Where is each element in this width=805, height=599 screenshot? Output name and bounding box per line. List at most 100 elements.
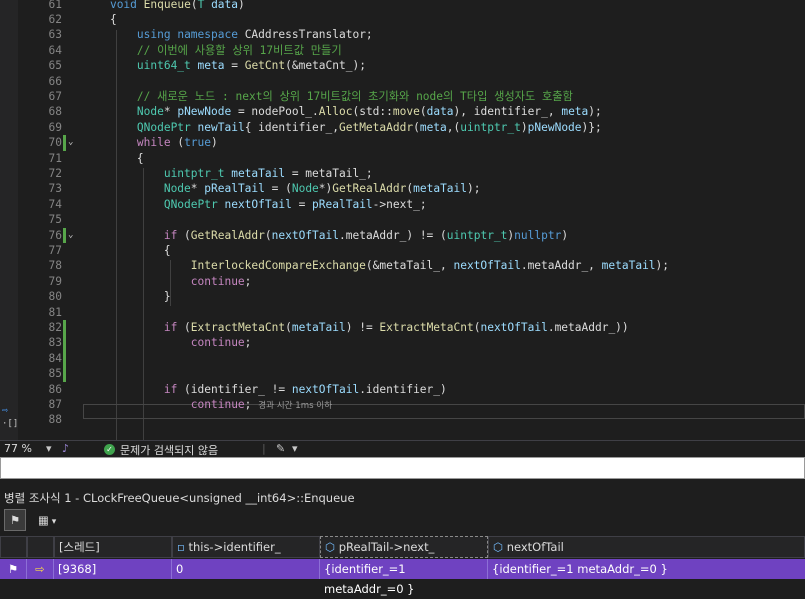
code-line[interactable]: 76 ⌄ if (GetRealAddr(nextOfTail.metaAddr_… — [0, 227, 805, 243]
code-line[interactable]: 88 — [0, 412, 805, 427]
header-identifier[interactable]: ▫ this->identifier_ — [172, 536, 320, 558]
code-line[interactable]: 65 uint64_t meta = GetCnt(&metaCnt_); — [0, 58, 805, 73]
header-next-of-tail[interactable]: ⬡ nextOfTail — [488, 536, 805, 558]
code-text[interactable]: { — [83, 12, 117, 27]
code-text[interactable]: // 새로운 노드 : next의 상위 17비트값의 초기화와 node의 T… — [83, 89, 573, 104]
code-line[interactable]: 73 Node* pRealTail = (Node*)GetRealAddr(… — [0, 181, 805, 196]
code-token: pRealTail — [204, 182, 265, 196]
code-text[interactable]: if (ExtractMetaCnt(metaTail) != ExtractM… — [83, 320, 629, 335]
code-line[interactable]: 80 } — [0, 289, 805, 304]
code-text[interactable]: } — [83, 289, 171, 304]
fold-toggle-icon[interactable]: ⌄ — [68, 135, 78, 150]
cell-next[interactable]: {identifier_=1 metaAddr_=0 } — [320, 559, 488, 596]
code-text[interactable]: { — [83, 243, 171, 258]
code-line[interactable]: 83 continue; — [0, 335, 805, 351]
code-text[interactable]: if (GetRealAddr(nextOfTail.metaAddr_) !=… — [83, 228, 568, 243]
code-text[interactable]: InterlockedCompareExchange(&metaTail_, n… — [83, 258, 669, 273]
code-token: } — [83, 290, 171, 304]
code-line[interactable]: 85 — [0, 366, 805, 382]
code-token: ( — [177, 321, 191, 334]
code-lens-icon[interactable]: ·[] — [2, 419, 18, 429]
horizontal-scrollbar[interactable] — [0, 457, 805, 479]
code-line[interactable]: 64 // 이번에 사용할 상위 17비트값 만들기 — [0, 43, 805, 58]
code-text[interactable]: // 이번에 사용할 상위 17비트값 만들기 — [83, 43, 342, 58]
line-number: 78 — [48, 259, 62, 273]
line-number: 70 — [48, 136, 62, 150]
code-token: GetMetaAddr — [338, 120, 414, 134]
code-token: * — [163, 105, 178, 119]
fold-toggle-icon[interactable]: ⌄ — [68, 228, 78, 243]
code-line[interactable]: 72 uintptr_t metaTail = metaTail_; — [0, 166, 805, 181]
code-token: meta — [561, 105, 589, 119]
code-line[interactable]: 82 if (ExtractMetaCnt(metaTail) != Extra… — [0, 320, 805, 336]
code-line[interactable]: 86 if (identifier_ != nextOfTail.identif… — [0, 382, 805, 397]
code-line[interactable]: 87 continue; 경과 시간 1ms 이하 — [0, 397, 805, 412]
flag-icon[interactable]: ⚑ — [0, 559, 27, 579]
header-flag-col — [0, 536, 27, 558]
code-line[interactable]: 81 — [0, 305, 805, 320]
code-text[interactable]: while (true) — [83, 135, 218, 150]
change-marker — [63, 350, 66, 367]
code-line[interactable]: 75 — [0, 212, 805, 227]
code-text[interactable]: QNodePtr nextOfTail = pRealTail->next_; — [83, 197, 427, 212]
code-line[interactable]: 77 { — [0, 243, 805, 258]
perf-tip[interactable]: 경과 시간 1ms 이하 — [258, 401, 332, 411]
code-text[interactable]: if (identifier_ != nextOfTail.identifier… — [83, 382, 447, 397]
zoom-dropdown-icon[interactable]: ▾ — [46, 442, 52, 455]
object-icon: ⬡ — [493, 540, 507, 554]
code-line[interactable]: 79 continue; — [0, 274, 805, 289]
code-line[interactable]: 74 QNodePtr nextOfTail = pRealTail->next… — [0, 197, 805, 212]
issues-text[interactable]: 문제가 검색되지 않음 — [120, 442, 218, 458]
header-next[interactable]: ⬡ pRealTail->next_ — [320, 536, 488, 558]
header-thread[interactable]: [스레드] — [54, 536, 172, 558]
step-arrow-icon[interactable]: ⇨ — [2, 405, 8, 416]
code-line[interactable]: 69 QNodePtr newTail{ identifier_,GetMeta… — [0, 120, 805, 135]
copilot-icon[interactable]: ♪ — [62, 442, 69, 455]
code-text[interactable]: continue; — [83, 274, 252, 289]
code-line[interactable]: 63 using namespace CAddressTranslator; — [0, 27, 805, 42]
code-text[interactable]: using namespace CAddressTranslator; — [83, 27, 373, 42]
code-token: if — [163, 228, 178, 242]
code-token: ExtractMetaCnt — [190, 321, 286, 334]
code-text[interactable]: { — [83, 151, 144, 166]
line-number: 64 — [48, 43, 62, 57]
code-text[interactable]: Node* pNewNode = nodePool_.Alloc(std::mo… — [83, 104, 602, 119]
code-token: using — [136, 28, 171, 42]
code-line[interactable]: 78 InterlockedCompareExchange(&metaTail_… — [0, 258, 805, 273]
flag-toggle-button[interactable]: ⚑ — [4, 509, 26, 531]
columns-button[interactable]: ▦ ▾ — [38, 509, 68, 531]
cell-identifier[interactable]: 0 — [172, 559, 320, 579]
code-text[interactable]: void Enqueue(T data) — [83, 0, 245, 12]
code-line[interactable]: 67 // 새로운 노드 : next의 상위 17비트값의 초기화와 node… — [0, 89, 805, 104]
code-text[interactable]: uintptr_t metaTail = metaTail_; — [83, 166, 373, 181]
code-line[interactable]: 62 { — [0, 12, 805, 27]
code-line[interactable]: 71 { — [0, 151, 805, 166]
code-editor[interactable]: 61 void Enqueue(T data) 62 {63 using name… — [0, 0, 805, 440]
code-token: (&metaCnt_); — [285, 59, 366, 73]
code-text[interactable]: continue; — [83, 335, 252, 350]
zoom-level[interactable]: 77 % — [4, 442, 32, 455]
code-line[interactable]: 61 void Enqueue(T data) — [0, 0, 805, 12]
code-token: .metaAddr_, — [520, 259, 602, 273]
cell-next-of-tail[interactable]: {identifier_=1 metaAddr_=0 } — [488, 559, 805, 579]
code-line[interactable]: 84 — [0, 350, 805, 367]
brush-icon[interactable]: ✎ — [276, 442, 285, 455]
code-line[interactable]: 68 Node* pNewNode = nodePool_.Alloc(std:… — [0, 104, 805, 119]
watch-header-row: [스레드] ▫ this->identifier_ ⬡ pRealTail->n… — [0, 536, 805, 558]
line-number: 73 — [48, 182, 62, 196]
brush-dropdown-icon[interactable]: ▾ — [292, 442, 298, 455]
code-text[interactable]: uint64_t meta = GetCnt(&metaCnt_); — [83, 58, 366, 73]
code-line[interactable]: 66 — [0, 74, 805, 89]
table-row[interactable]: ⚑ ⇨ [9368] 0 {identifier_=1 metaAddr_=0 … — [0, 559, 805, 596]
code-line[interactable]: 70 ⌄ while (true) — [0, 135, 805, 151]
code-text[interactable]: Node* pRealTail = (Node*)GetRealAddr(met… — [83, 181, 481, 196]
change-marker — [63, 335, 66, 351]
code-text[interactable]: QNodePtr newTail{ identifier_,GetMetaAdd… — [83, 120, 602, 135]
